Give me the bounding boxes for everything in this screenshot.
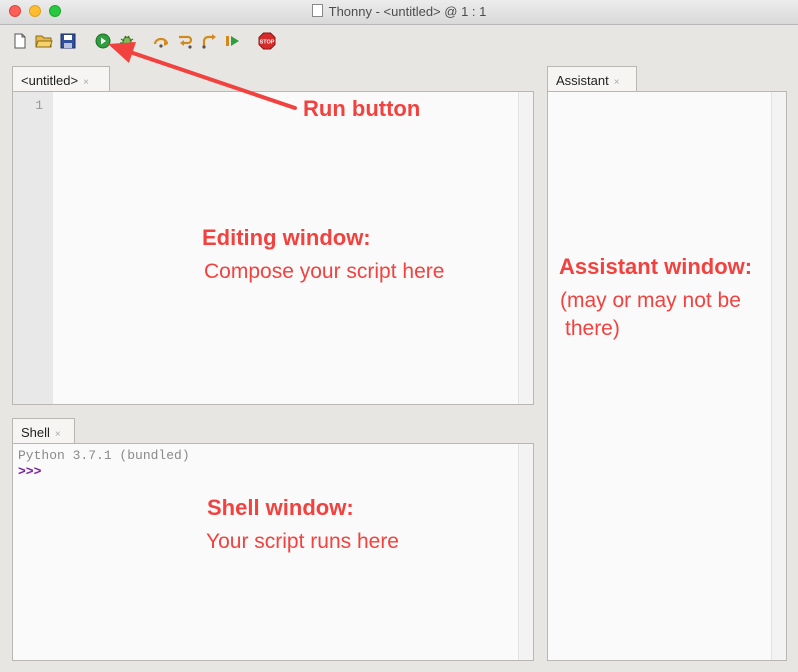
editing-window-annotation-subtitle: Compose your script here — [204, 260, 445, 283]
assistant-window-annotation-title: Assistant window: — [559, 254, 753, 279]
shell-window-annotation-title: Shell window: — [207, 495, 354, 520]
assistant-window-annotation-line2: there) — [565, 317, 620, 340]
run-button-annotation: Run button — [303, 96, 421, 121]
assistant-window-annotation-line1: (may or may not be — [560, 289, 741, 312]
shell-window-annotation-subtitle: Your script runs here — [206, 530, 399, 553]
editing-window-annotation-title: Editing window: — [202, 225, 371, 250]
